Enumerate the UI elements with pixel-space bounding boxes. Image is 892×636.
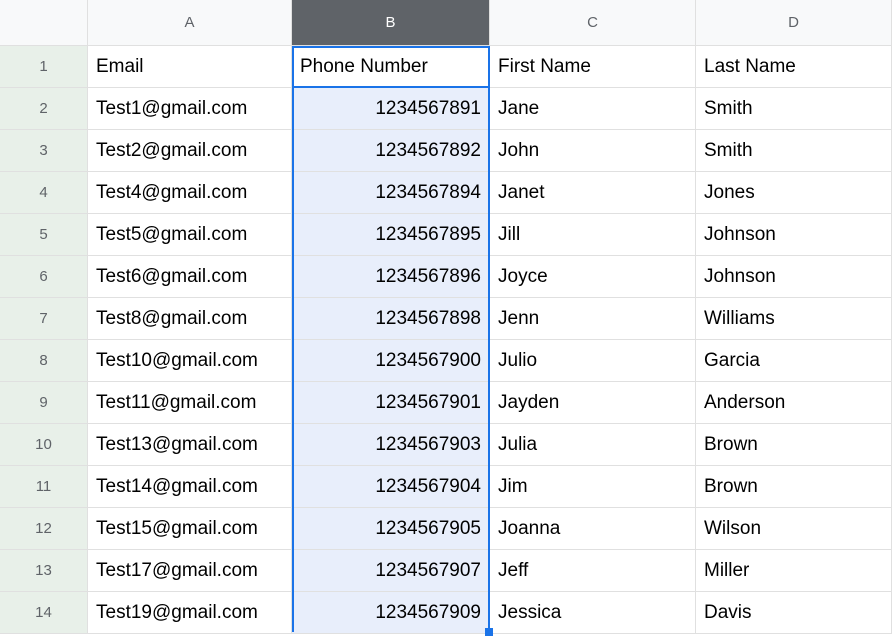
row-header[interactable]: 2 xyxy=(0,88,88,130)
cell-d1[interactable]: Last Name xyxy=(696,46,892,88)
column-header-d[interactable]: D xyxy=(696,0,892,46)
row-header[interactable]: 11 xyxy=(0,466,88,508)
cell-phone[interactable]: 1234567898 xyxy=(292,298,490,340)
column-header-a[interactable]: A xyxy=(88,0,292,46)
row-header[interactable]: 9 xyxy=(0,382,88,424)
cell-first[interactable]: Julio xyxy=(490,340,696,382)
row-header[interactable]: 5 xyxy=(0,214,88,256)
cell-first[interactable]: Jim xyxy=(490,466,696,508)
row-header[interactable]: 4 xyxy=(0,172,88,214)
cell-email[interactable]: Test10@gmail.com xyxy=(88,340,292,382)
cell-first[interactable]: Joanna xyxy=(490,508,696,550)
cell-phone[interactable]: 1234567909 xyxy=(292,592,490,634)
cell-phone[interactable]: 1234567903 xyxy=(292,424,490,466)
cell-phone[interactable]: 1234567900 xyxy=(292,340,490,382)
row-header[interactable]: 3 xyxy=(0,130,88,172)
cell-last[interactable]: Smith xyxy=(696,130,892,172)
select-all-corner[interactable] xyxy=(0,0,88,46)
row-header[interactable]: 8 xyxy=(0,340,88,382)
cell-phone[interactable]: 1234567901 xyxy=(292,382,490,424)
row-header[interactable]: 6 xyxy=(0,256,88,298)
cell-last[interactable]: Miller xyxy=(696,550,892,592)
cell-email[interactable]: Test5@gmail.com xyxy=(88,214,292,256)
spreadsheet-grid[interactable]: A B C D 1 Email Phone Number First Name … xyxy=(0,0,892,634)
cell-first[interactable]: John xyxy=(490,130,696,172)
row-header[interactable]: 1 xyxy=(0,46,88,88)
cell-first[interactable]: Janet xyxy=(490,172,696,214)
cell-email[interactable]: Test17@gmail.com xyxy=(88,550,292,592)
row-header[interactable]: 12 xyxy=(0,508,88,550)
cell-last[interactable]: Johnson xyxy=(696,214,892,256)
cell-b1[interactable]: Phone Number xyxy=(292,46,490,88)
cell-last[interactable]: Brown xyxy=(696,424,892,466)
cell-last[interactable]: Brown xyxy=(696,466,892,508)
cell-email[interactable]: Test15@gmail.com xyxy=(88,508,292,550)
row-header[interactable]: 13 xyxy=(0,550,88,592)
cell-last[interactable]: Williams xyxy=(696,298,892,340)
cell-phone[interactable]: 1234567904 xyxy=(292,466,490,508)
cell-first[interactable]: Jessica xyxy=(490,592,696,634)
cell-last[interactable]: Smith xyxy=(696,88,892,130)
cell-phone[interactable]: 1234567905 xyxy=(292,508,490,550)
cell-email[interactable]: Test19@gmail.com xyxy=(88,592,292,634)
cell-email[interactable]: Test2@gmail.com xyxy=(88,130,292,172)
cell-a1[interactable]: Email xyxy=(88,46,292,88)
cell-last[interactable]: Anderson xyxy=(696,382,892,424)
cell-first[interactable]: Jill xyxy=(490,214,696,256)
cell-email[interactable]: Test14@gmail.com xyxy=(88,466,292,508)
cell-phone[interactable]: 1234567907 xyxy=(292,550,490,592)
cell-last[interactable]: Johnson xyxy=(696,256,892,298)
cell-first[interactable]: Jenn xyxy=(490,298,696,340)
row-header[interactable]: 14 xyxy=(0,592,88,634)
cell-last[interactable]: Wilson xyxy=(696,508,892,550)
cell-first[interactable]: Jeff xyxy=(490,550,696,592)
cell-email[interactable]: Test13@gmail.com xyxy=(88,424,292,466)
fill-handle[interactable] xyxy=(485,628,493,636)
cell-email[interactable]: Test1@gmail.com xyxy=(88,88,292,130)
cell-last[interactable]: Garcia xyxy=(696,340,892,382)
cell-email[interactable]: Test11@gmail.com xyxy=(88,382,292,424)
selection-border xyxy=(292,46,490,48)
selection-border xyxy=(292,46,294,632)
cell-first[interactable]: Julia xyxy=(490,424,696,466)
cell-phone[interactable]: 1234567892 xyxy=(292,130,490,172)
row-header[interactable]: 10 xyxy=(0,424,88,466)
cell-phone[interactable]: 1234567895 xyxy=(292,214,490,256)
cell-email[interactable]: Test8@gmail.com xyxy=(88,298,292,340)
row-header[interactable]: 7 xyxy=(0,298,88,340)
cell-first[interactable]: Jane xyxy=(490,88,696,130)
cell-first[interactable]: Jayden xyxy=(490,382,696,424)
cell-c1[interactable]: First Name xyxy=(490,46,696,88)
column-header-b[interactable]: B xyxy=(292,0,490,46)
cell-phone[interactable]: 1234567896 xyxy=(292,256,490,298)
cell-phone[interactable]: 1234567894 xyxy=(292,172,490,214)
cell-last[interactable]: Jones xyxy=(696,172,892,214)
cell-email[interactable]: Test6@gmail.com xyxy=(88,256,292,298)
cell-email[interactable]: Test4@gmail.com xyxy=(88,172,292,214)
cell-phone[interactable]: 1234567891 xyxy=(292,88,490,130)
cell-last[interactable]: Davis xyxy=(696,592,892,634)
cell-first[interactable]: Joyce xyxy=(490,256,696,298)
selection-border xyxy=(488,46,490,632)
column-header-c[interactable]: C xyxy=(490,0,696,46)
